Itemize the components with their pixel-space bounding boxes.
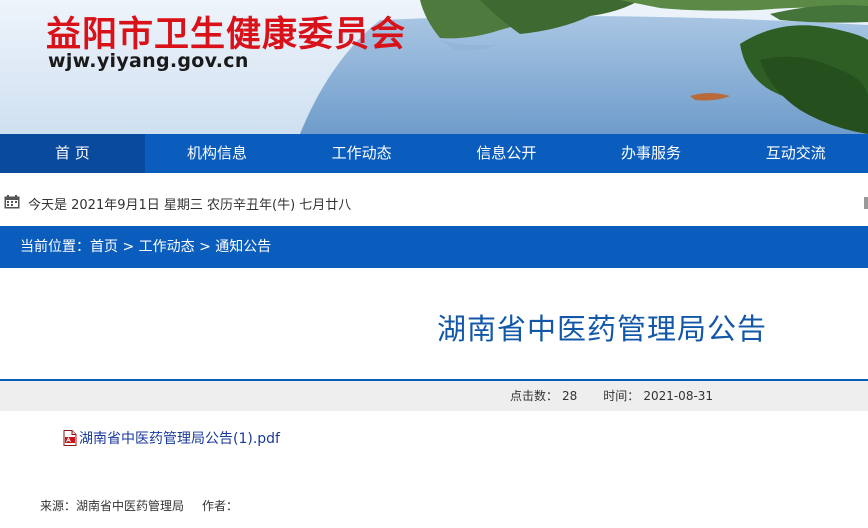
date-bar: 今天是 2021年9月1日 星期三 农历辛丑年(牛) 七月廿八 [0,186,868,220]
clicks-count: 28 [562,389,578,403]
nav-item-home[interactable]: 首 页 [0,134,145,173]
time-label: 时间： [603,389,640,403]
nav-item-interaction[interactable]: 互动交流 [723,134,868,173]
nav-item-disclosure[interactable]: 信息公开 [434,134,579,173]
main-nav: 首 页 机构信息 工作动态 信息公开 办事服务 互动交流 [0,134,868,173]
header-banner: 益阳市卫生健康委员会 wjw.yiyang.gov.cn [0,0,868,134]
breadcrumb-home[interactable]: 首页 [90,239,118,255]
source-value: 湖南省中医药管理局 [76,499,185,513]
calendar-icon [4,195,20,209]
site-url[interactable]: wjw.yiyang.gov.cn [48,50,249,72]
nav-item-news[interactable]: 工作动态 [289,134,434,173]
pdf-file-icon [63,430,77,446]
publish-date: 2021-08-31 [643,389,714,403]
breadcrumb-notices[interactable]: 通知公告 [215,239,271,255]
breadcrumb-separator: > [118,239,139,255]
breadcrumb-news[interactable]: 工作动态 [139,239,195,255]
scroll-marker [864,197,868,209]
source-label: 来源： [40,499,77,513]
attachment-row: 湖南省中医药管理局公告(1).pdf [62,428,280,448]
date-text: 今天是 2021年9月1日 星期三 农历辛丑年(牛) 七月廿八 [28,198,352,213]
article-source: 来源：湖南省中医药管理局 作者： [40,497,238,514]
author-label: 作者： [202,499,239,513]
nav-item-services[interactable]: 办事服务 [579,134,724,173]
breadcrumb-prefix: 当前位置： [20,239,90,255]
clicks-label: 点击数： [510,389,559,403]
article-title: 湖南省中医药管理局公告 [436,312,767,346]
breadcrumb: 当前位置：首页 > 工作动态 > 通知公告 [0,226,868,268]
breadcrumb-separator: > [194,239,216,255]
attachment-link[interactable]: 湖南省中医药管理局公告(1).pdf [79,431,280,447]
article-meta-bar: 点击数： 28 时间： 2021-08-31 [0,381,868,411]
nav-item-organization[interactable]: 机构信息 [145,134,290,173]
